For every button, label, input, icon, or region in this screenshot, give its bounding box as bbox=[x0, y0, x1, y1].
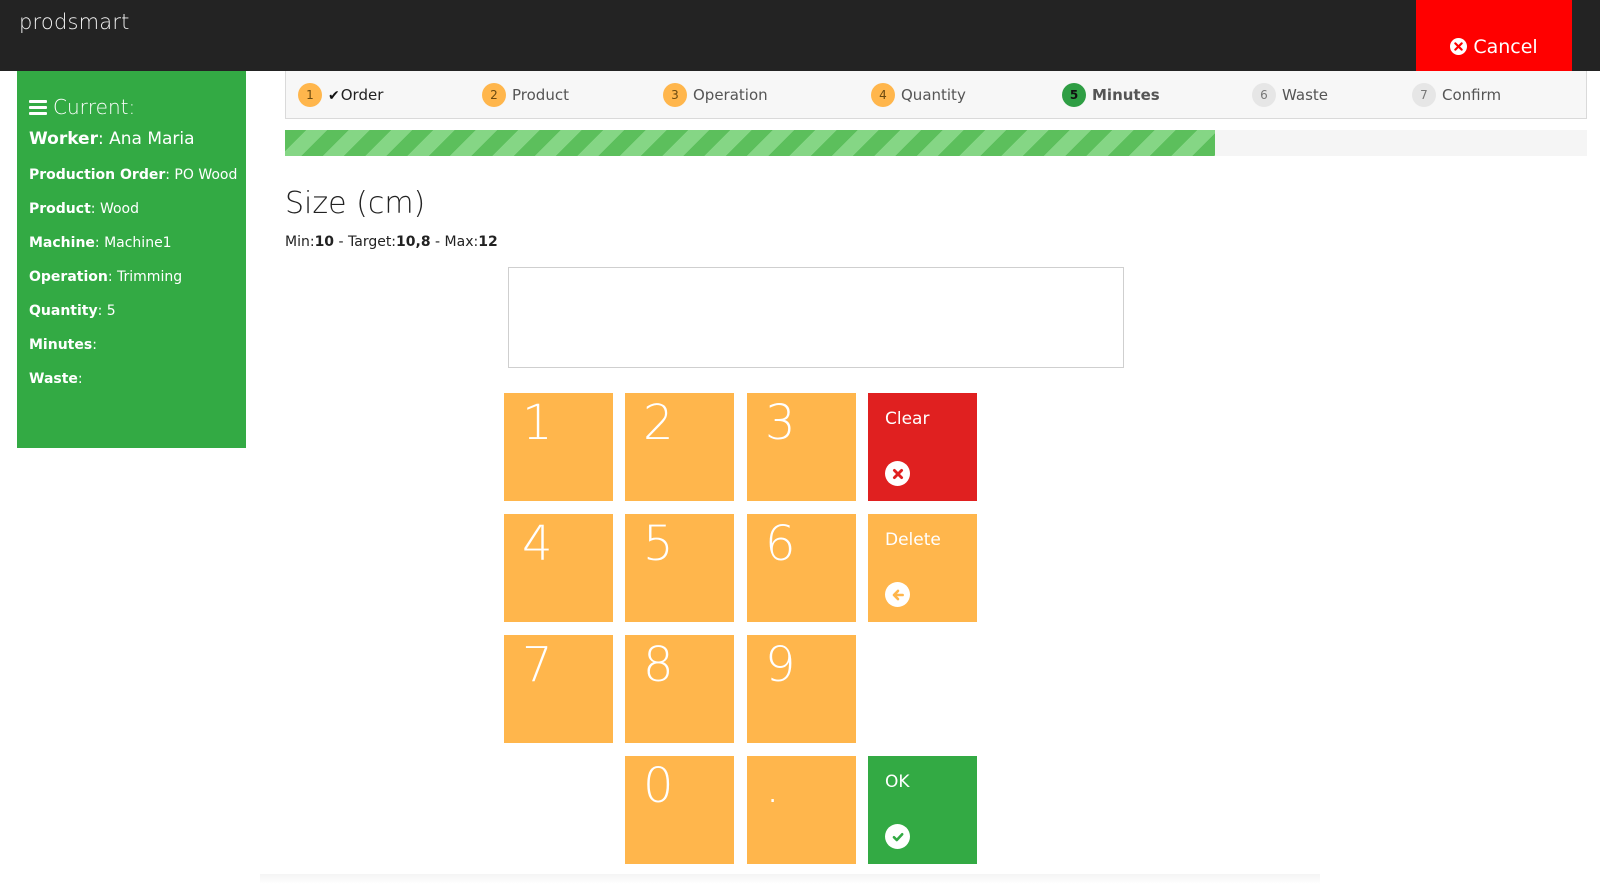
info-label: Production Order bbox=[29, 167, 166, 183]
ok-label: OK bbox=[885, 772, 910, 792]
cancel-label: Cancel bbox=[1473, 35, 1538, 58]
key-digit: 2 bbox=[643, 395, 674, 451]
info-minutes: Minutes: bbox=[29, 337, 97, 353]
info-label: Minutes bbox=[29, 337, 93, 353]
menu-icon bbox=[29, 99, 47, 115]
key-digit: 1 bbox=[522, 395, 553, 451]
value-input[interactable] bbox=[508, 267, 1124, 368]
key-digit: . bbox=[765, 758, 781, 814]
step-label: Product bbox=[512, 86, 569, 104]
info-value: Trimming bbox=[117, 269, 183, 285]
max-label: - Max: bbox=[430, 234, 479, 250]
step-product[interactable]: 2 Product bbox=[482, 83, 569, 107]
max-value: 12 bbox=[478, 234, 498, 250]
check-icon: ✔ bbox=[328, 88, 340, 104]
step-number: 1 bbox=[298, 83, 322, 107]
worker-line: Worker: Ana Maria bbox=[29, 129, 195, 149]
step-label: Operation bbox=[693, 86, 768, 104]
key-2[interactable]: 2 bbox=[625, 393, 734, 501]
info-quantity: Quantity: 5 bbox=[29, 303, 116, 319]
key-6[interactable]: 6 bbox=[747, 514, 856, 622]
key-digit: 8 bbox=[643, 637, 674, 693]
progress-fill bbox=[285, 130, 1215, 156]
key-digit: 7 bbox=[522, 637, 553, 693]
cancel-button[interactable]: Cancel bbox=[1416, 0, 1572, 71]
step-number: 3 bbox=[663, 83, 687, 107]
info-label: Machine bbox=[29, 235, 95, 251]
field-title: Size (cm) bbox=[285, 186, 426, 221]
current-title: Current: bbox=[53, 95, 136, 119]
key-digit: 9 bbox=[765, 637, 796, 693]
key-8[interactable]: 8 bbox=[625, 635, 734, 743]
min-label: Min: bbox=[285, 234, 315, 250]
info-label: Operation bbox=[29, 269, 108, 285]
step-number: 7 bbox=[1412, 83, 1436, 107]
info-machine: Machine: Machine1 bbox=[29, 235, 172, 251]
step-label: Minutes bbox=[1092, 86, 1160, 104]
info-operation: Operation: Trimming bbox=[29, 269, 183, 285]
target-label: - Target: bbox=[334, 234, 397, 250]
worker-value: Ana Maria bbox=[109, 129, 195, 149]
info-value: 5 bbox=[106, 303, 116, 319]
progress-bar bbox=[285, 130, 1587, 156]
step-label-text: Order bbox=[340, 86, 384, 104]
step-confirm: 7 Confirm bbox=[1412, 83, 1501, 107]
delete-button[interactable]: Delete bbox=[868, 514, 977, 622]
info-waste: Waste: bbox=[29, 371, 83, 387]
step-number: 6 bbox=[1252, 83, 1276, 107]
close-circle-icon bbox=[885, 461, 910, 486]
key-digit: 5 bbox=[643, 516, 674, 572]
close-circle-icon bbox=[1450, 38, 1468, 55]
key-4[interactable]: 4 bbox=[504, 514, 613, 622]
info-label: Waste bbox=[29, 371, 78, 387]
info-value: Machine1 bbox=[104, 235, 172, 251]
step-label: ✔Order bbox=[328, 86, 383, 104]
info-label: Product bbox=[29, 201, 91, 217]
key-9[interactable]: 9 bbox=[747, 635, 856, 743]
key-digit: 0 bbox=[643, 758, 674, 814]
delete-label: Delete bbox=[885, 530, 941, 550]
step-minutes[interactable]: 5 Minutes bbox=[1062, 83, 1160, 107]
current-info-panel: Current: Worker: Ana Maria Production Or… bbox=[17, 71, 246, 448]
info-product: Product: Wood bbox=[29, 201, 139, 217]
step-order[interactable]: 1 ✔Order bbox=[298, 83, 383, 107]
key-5[interactable]: 5 bbox=[625, 514, 734, 622]
step-label: Confirm bbox=[1442, 86, 1502, 104]
key-1[interactable]: 1 bbox=[504, 393, 613, 501]
clear-label: Clear bbox=[885, 409, 930, 429]
info-value: PO Wood bbox=[174, 167, 238, 183]
info-label: Quantity bbox=[29, 303, 98, 319]
step-number: 2 bbox=[482, 83, 506, 107]
step-quantity[interactable]: 4 Quantity bbox=[871, 83, 966, 107]
step-number: 5 bbox=[1062, 83, 1086, 107]
step-label: Waste bbox=[1282, 86, 1328, 104]
key-0[interactable]: 0 bbox=[625, 756, 734, 864]
info-production-order: Production Order: PO Wood bbox=[29, 167, 238, 183]
target-value: 10,8 bbox=[396, 234, 431, 250]
worker-label: Worker bbox=[29, 129, 98, 149]
step-label: Quantity bbox=[901, 86, 966, 104]
page-bottom-shadow bbox=[260, 874, 1320, 884]
key-digit: 4 bbox=[522, 516, 553, 572]
current-heading: Current: bbox=[29, 95, 234, 119]
arrow-left-circle-icon bbox=[885, 582, 910, 607]
clear-button[interactable]: Clear bbox=[868, 393, 977, 501]
key-decimal[interactable]: . bbox=[747, 756, 856, 864]
key-digit: 3 bbox=[765, 395, 796, 451]
top-bar: prodsmart Cancel bbox=[0, 0, 1600, 71]
logo: prodsmart bbox=[19, 10, 130, 34]
key-3[interactable]: 3 bbox=[747, 393, 856, 501]
check-circle-icon bbox=[885, 824, 910, 849]
wizard-steps: 1 ✔Order 2 Product 3 Operation 4 Quantit… bbox=[285, 71, 1587, 119]
field-limits: Min:10 - Target:10,8 - Max:12 bbox=[285, 234, 498, 250]
info-value: Wood bbox=[99, 201, 139, 217]
step-number: 4 bbox=[871, 83, 895, 107]
ok-button[interactable]: OK bbox=[868, 756, 977, 864]
key-digit: 6 bbox=[765, 516, 796, 572]
key-7[interactable]: 7 bbox=[504, 635, 613, 743]
step-operation[interactable]: 3 Operation bbox=[663, 83, 768, 107]
step-waste: 6 Waste bbox=[1252, 83, 1328, 107]
min-value: 10 bbox=[314, 234, 335, 250]
